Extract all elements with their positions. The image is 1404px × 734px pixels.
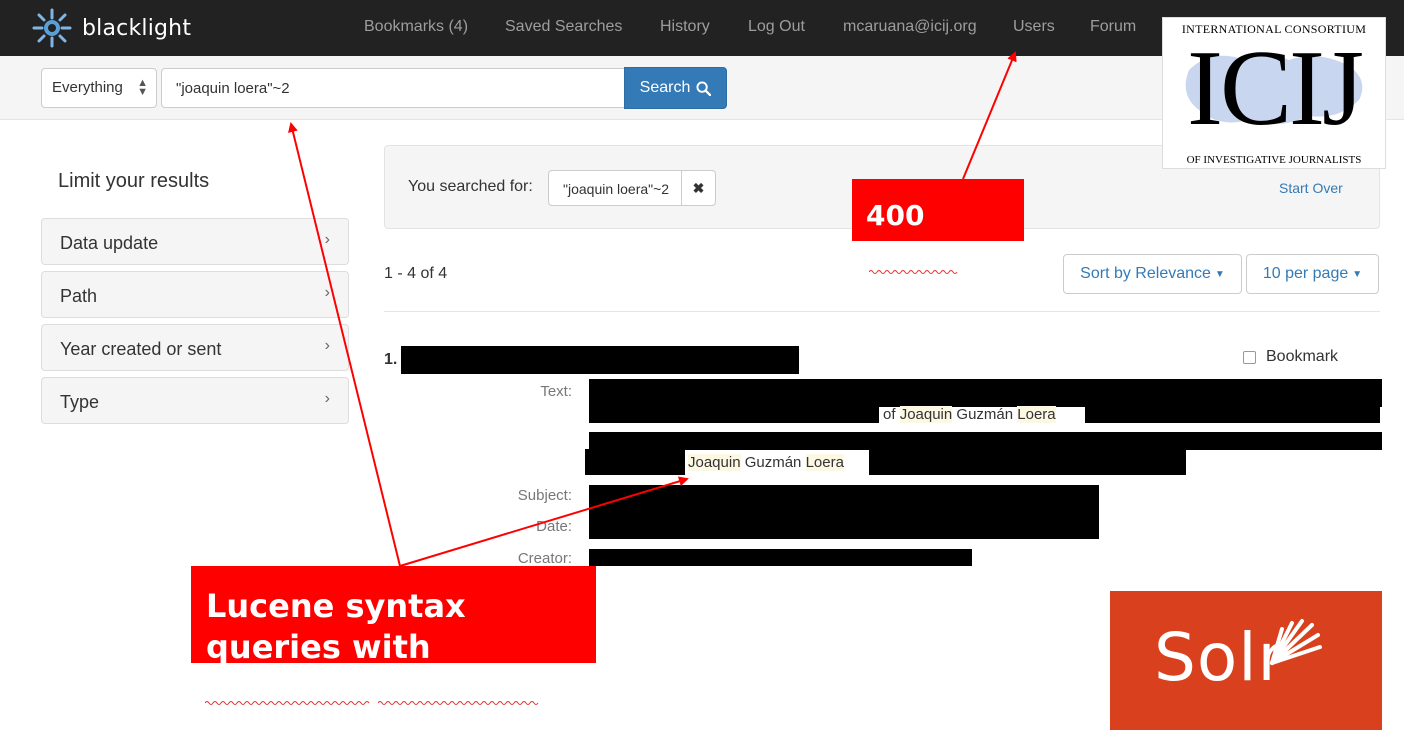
divider: [384, 311, 1380, 312]
solr-logo: Solr: [1110, 591, 1382, 730]
brand-name: blacklight: [82, 15, 192, 41]
snippet-line-2: Joaquin Guzmán Loera: [688, 454, 844, 471]
search-button[interactable]: Search: [624, 67, 727, 109]
snippet-text: of: [883, 406, 900, 423]
brand-logo[interactable]: blacklight: [30, 5, 191, 51]
annotation-line: queries with: [206, 628, 431, 663]
chevron-right-icon: ›: [324, 231, 330, 248]
redacted-text: [1085, 405, 1380, 423]
facet-data-update[interactable]: Data update ›: [41, 218, 349, 265]
search-icon: [696, 80, 712, 96]
chevron-right-icon: ›: [324, 390, 330, 407]
facet-year-created[interactable]: Year created or sent ›: [41, 324, 349, 371]
search-button-label: Search: [639, 79, 691, 96]
start-over-link[interactable]: Start Over: [1279, 180, 1343, 196]
text-label: Text:: [540, 383, 572, 400]
redacted-title: [401, 346, 799, 374]
search-field-value: Everything: [52, 79, 123, 96]
highlight-term: Joaquin: [688, 454, 741, 471]
highlight-term: Loera: [1017, 406, 1056, 423]
redacted-creator: [589, 549, 972, 566]
constraint-value: "joaquin loera"~2: [563, 181, 670, 197]
redacted-text: [585, 449, 685, 475]
facet-path[interactable]: Path ›: [41, 271, 349, 318]
redacted-text: [589, 379, 1382, 407]
icij-bottom-text: OF INVESTIGATIVE JOURNALISTS: [1186, 154, 1362, 166]
blacklight-sun-icon: [32, 8, 72, 48]
annotation-lucene-box: Lucene syntax queries with: [191, 566, 596, 663]
bookmark-label: Bookmark: [1266, 348, 1339, 365]
redacted-text: [589, 432, 1382, 450]
remove-constraint-icon[interactable]: ✖: [681, 171, 715, 205]
chevron-right-icon: ›: [324, 284, 330, 301]
search-input[interactable]: [161, 68, 625, 108]
creator-label: Creator:: [517, 550, 572, 567]
chevron-right-icon: ›: [324, 337, 330, 354]
per-page-label: 10 per page: [1262, 265, 1349, 282]
bookmark-checkbox[interactable]: [1243, 350, 1256, 364]
redacted-subject-date: [589, 485, 1099, 539]
redacted-text: [869, 449, 1186, 475]
sort-dropdown[interactable]: Sort by Relevance ▼: [1063, 254, 1242, 294]
sort-label: Sort by Relevance: [1080, 265, 1211, 282]
icij-logo: INTERNATIONAL CONSORTIUM ICIJ OF INVESTI…: [1162, 17, 1386, 169]
nav-users[interactable]: Users: [1013, 18, 1055, 36]
facet-label: Data update: [60, 233, 159, 253]
facet-label: Year created or sent: [60, 339, 222, 359]
per-page-dropdown[interactable]: 10 per page ▼: [1246, 254, 1379, 294]
highlight-term: Loera: [805, 454, 844, 471]
highlight-term: Joaquin: [899, 406, 953, 423]
nav-user-email[interactable]: mcaruana@icij.org: [843, 18, 977, 36]
search-field-select[interactable]: Everything ▲ ▼: [41, 68, 157, 108]
solr-sunburst-icon: [1270, 619, 1322, 665]
spellcheck-squiggle: [869, 270, 958, 274]
caret-down-icon: ▼: [1352, 268, 1363, 280]
facet-label: Path: [60, 286, 98, 306]
facet-type[interactable]: Type ›: [41, 377, 349, 424]
nav-saved-searches[interactable]: Saved Searches: [505, 18, 622, 36]
page-count: 1 - 4 of 4: [384, 265, 448, 282]
bookmark-toggle[interactable]: Bookmark: [1243, 348, 1338, 366]
nav-forum[interactable]: Forum: [1090, 18, 1136, 36]
select-updown-icon: ▲ ▼: [137, 77, 148, 98]
snippet-text: Guzmán: [952, 406, 1018, 423]
subject-label: Subject:: [517, 487, 572, 504]
caret-down-icon: ▼: [1214, 268, 1225, 280]
constraint-chip: "joaquin loera"~2 ✖: [548, 170, 716, 206]
nav-history[interactable]: History: [660, 18, 710, 36]
nav-log-out[interactable]: Log Out: [748, 18, 805, 36]
you-searched-label: You searched for:: [408, 178, 533, 195]
snippet-text: Guzmán: [740, 454, 806, 471]
icij-mark: ICIJ: [1187, 29, 1364, 148]
spellcheck-squiggle: [205, 701, 370, 705]
snippet-line-1: of Joaquin Guzmán Loera: [883, 406, 1056, 423]
date-label: Date:: [536, 518, 572, 535]
annotation-users-box: 400: [852, 179, 1024, 241]
nav-bookmarks[interactable]: Bookmarks (4): [364, 18, 468, 36]
annotation-line: Lucene syntax: [206, 587, 466, 625]
document-number: 1.: [384, 351, 398, 368]
facet-label: Type: [60, 392, 100, 412]
spellcheck-squiggle: [378, 701, 539, 705]
limit-results-heading: Limit your results: [58, 170, 210, 192]
redacted-text: [589, 405, 879, 423]
